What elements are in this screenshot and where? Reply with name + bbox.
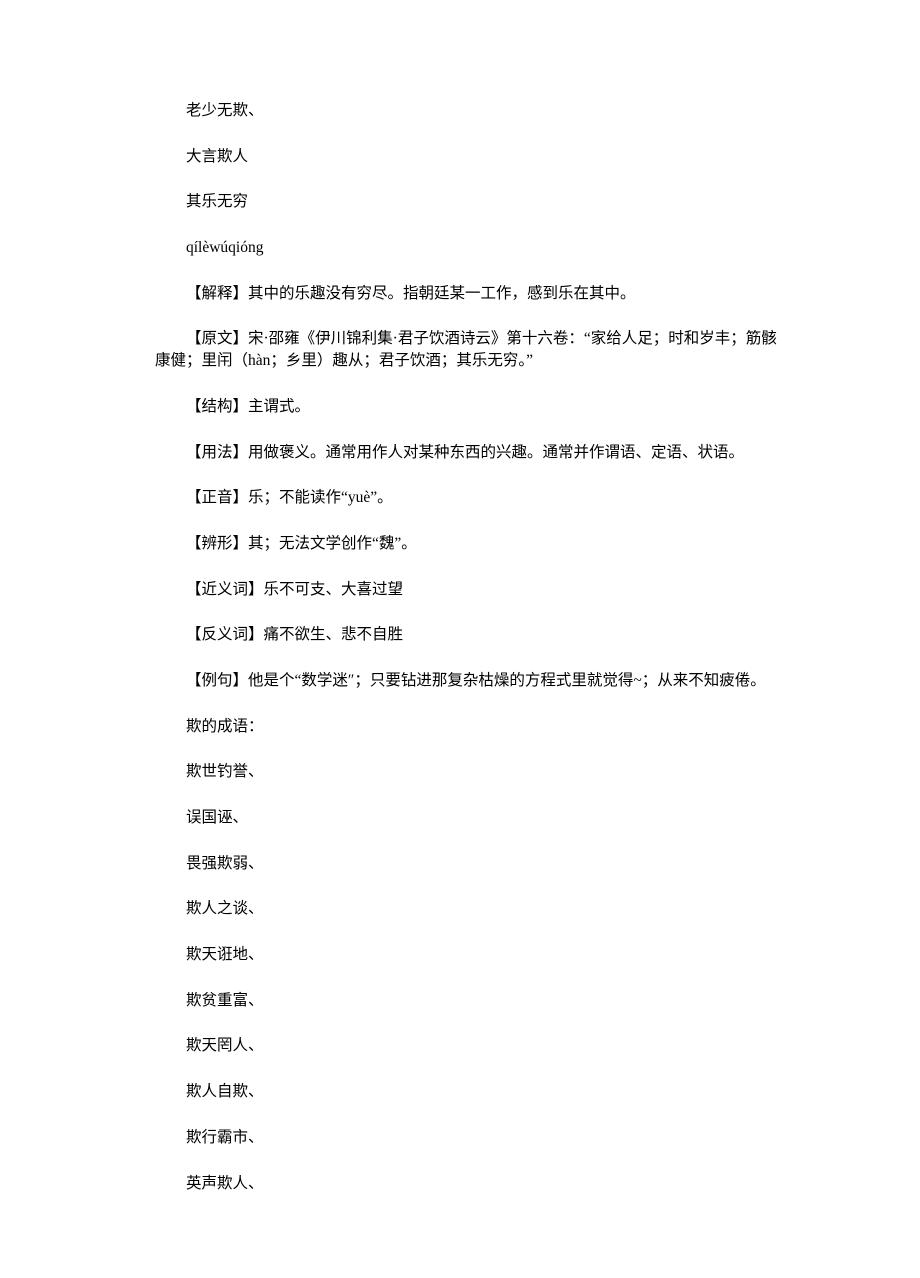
text-line: 欺天罔人、 [155, 1035, 790, 1057]
text-line: 大言欺人 [155, 146, 790, 168]
text-line: 老少无欺、 [155, 100, 790, 122]
text-line: 【结构】主谓式。 [155, 396, 790, 418]
text-line: qílèwúqióng [155, 237, 790, 259]
text-line: 【辨形】其；无法文学创作“魏”。 [155, 533, 790, 555]
text-line: 【原文】宋·邵雍《伊川锦利集·君子饮酒诗云》第十六卷：“家给人足；时和岁丰；筋骸… [155, 328, 790, 371]
text-line: 欺的成语： [155, 716, 790, 738]
text-line: 欺天诳地、 [155, 944, 790, 966]
text-line: 【用法】用做褒义。通常用作人对某种东西的兴趣。通常并作谓语、定语、状语。 [155, 442, 790, 464]
text-line: 误国诬、 [155, 807, 790, 829]
text-line: 欺世钓誉、 [155, 761, 790, 783]
text-line: 【例句】他是个“数学迷″；只要钻进那复杂枯燥的方程式里就觉得~；从来不知疲倦。 [155, 670, 790, 692]
document-content: 老少无欺、 大言欺人 其乐无穷 qílèwúqióng 【解释】其中的乐趣没有穷… [0, 0, 920, 1278]
text-line: 欺行霸市、 [155, 1127, 790, 1149]
text-line: 【解释】其中的乐趣没有穷尽。指朝廷某一工作，感到乐在其中。 [155, 283, 790, 305]
text-line: 欺人自欺、 [155, 1081, 790, 1103]
text-line: 【近义词】乐不可支、大喜过望 [155, 579, 790, 601]
text-line: 【正音】乐；不能读作“yuè”。 [155, 487, 790, 509]
text-line: 欺人之谈、 [155, 898, 790, 920]
text-line: 欺贫重富、 [155, 990, 790, 1012]
text-line: 其乐无穷 [155, 191, 790, 213]
text-line: 【反义词】痛不欲生、悲不自胜 [155, 624, 790, 646]
text-line: 畏强欺弱、 [155, 853, 790, 875]
